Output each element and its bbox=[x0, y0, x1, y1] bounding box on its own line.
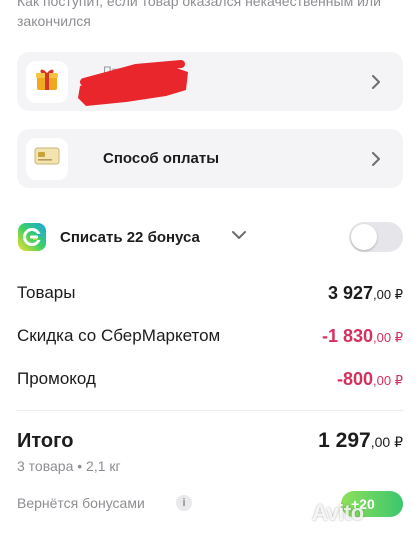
toggle-knob bbox=[351, 224, 377, 250]
promo-discount-label: Промокод bbox=[17, 369, 96, 388]
card-icon-tile bbox=[26, 137, 68, 180]
total-value: 1 297,00 ₽ bbox=[318, 429, 403, 452]
chevron-right-icon bbox=[372, 74, 380, 89]
return-note-text: Как поступит, если товар оказался некаче… bbox=[17, 0, 381, 29]
chevron-right-icon bbox=[372, 151, 380, 166]
chevron-down-icon[interactable] bbox=[232, 230, 246, 240]
returned-bonuses-label: Вернётся бонусами bbox=[17, 495, 145, 511]
promo-discount-value: -800,00 ₽ bbox=[337, 369, 403, 389]
gift-icon bbox=[34, 66, 60, 97]
promo-code-card[interactable]: Промокод bbox=[17, 52, 403, 111]
goods-value: 3 927,00 ₽ bbox=[327, 283, 403, 303]
payment-method-label: Способ оплаты bbox=[103, 150, 220, 167]
info-icon[interactable]: i bbox=[176, 495, 192, 511]
discount-value: -1 830,00 ₽ bbox=[321, 326, 403, 346]
discount-label: Скидка со СберМаркетом bbox=[17, 326, 221, 345]
sber-bonus-logo bbox=[17, 222, 47, 257]
avito-watermark: Avito bbox=[312, 500, 364, 525]
goods-label: Товары bbox=[17, 283, 76, 302]
total-label: Итого bbox=[17, 430, 74, 452]
credit-card-icon bbox=[34, 146, 60, 171]
redaction-scribble bbox=[78, 60, 188, 106]
bonus-spend-label: Списать 22 бонуса bbox=[60, 229, 200, 246]
bonus-toggle[interactable] bbox=[349, 222, 403, 252]
order-details: 3 товара • 2,1 кг bbox=[17, 458, 121, 474]
divider bbox=[17, 410, 403, 411]
discount-row: Скидка со СберМаркетом -1 830,00 ₽ bbox=[17, 326, 403, 350]
goods-row: Товары 3 927,00 ₽ bbox=[17, 283, 403, 307]
promo-discount-row: Промокод -800,00 ₽ bbox=[17, 369, 403, 393]
gift-icon-tile bbox=[26, 60, 68, 103]
bonus-row: Списать 22 бонуса bbox=[17, 220, 403, 254]
payment-method-card[interactable]: Способ оплаты bbox=[17, 129, 403, 188]
